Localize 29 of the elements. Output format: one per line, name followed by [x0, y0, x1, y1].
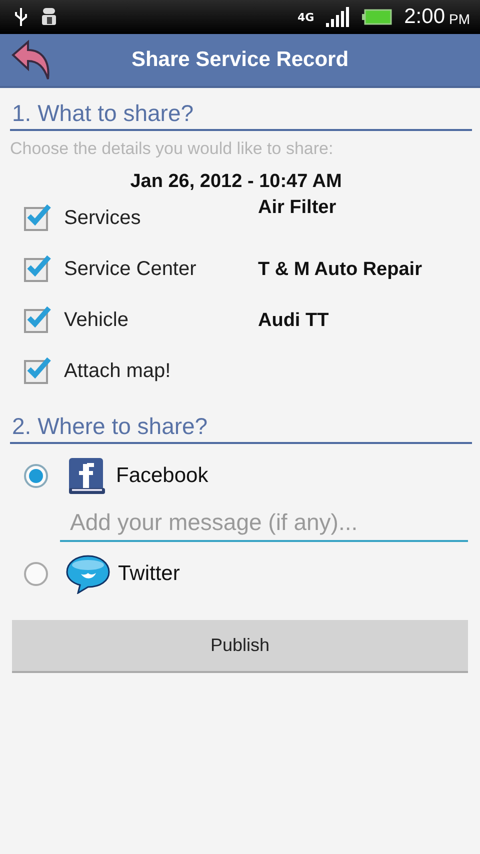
- checkbox[interactable]: [24, 308, 48, 332]
- option-label: Service Center: [64, 258, 198, 281]
- option-value: Air Filter: [258, 197, 336, 219]
- clock-period: PM: [449, 11, 470, 27]
- option-label: Vehicle: [64, 309, 130, 332]
- option-label: Services: [64, 207, 142, 230]
- option-label: Attach map!: [64, 360, 172, 383]
- network-label: Facebook: [116, 464, 208, 488]
- instruction-text: Choose the details you would like to share:: [10, 139, 334, 159]
- radio-button[interactable]: [24, 562, 48, 586]
- checkbox[interactable]: [24, 360, 48, 384]
- network-type: 4G: [297, 12, 314, 22]
- checkbox[interactable]: [24, 258, 48, 282]
- record-date: Jan 26, 2012 - 10:47 AM: [129, 171, 343, 193]
- signal-icon: [326, 7, 350, 27]
- radio-button[interactable]: [24, 464, 48, 488]
- option-value: Audi TT: [258, 310, 329, 332]
- battery-icon: [362, 9, 392, 25]
- message-field[interactable]: Add your message (if any)...: [60, 504, 468, 542]
- clock-time: 2:00: [404, 5, 445, 29]
- option-value: T & M Auto Repair: [258, 258, 422, 280]
- screen-title: Share Service Record: [130, 48, 350, 72]
- publish-button[interactable]: Publish: [12, 620, 468, 673]
- usb-icon: [14, 7, 28, 27]
- section-title: 2. Where to share?: [10, 411, 472, 444]
- book-icon: [66, 456, 108, 496]
- checkbox[interactable]: [24, 206, 48, 230]
- section-title: 1. What to share?: [10, 98, 472, 131]
- network-label: Twitter: [118, 562, 180, 586]
